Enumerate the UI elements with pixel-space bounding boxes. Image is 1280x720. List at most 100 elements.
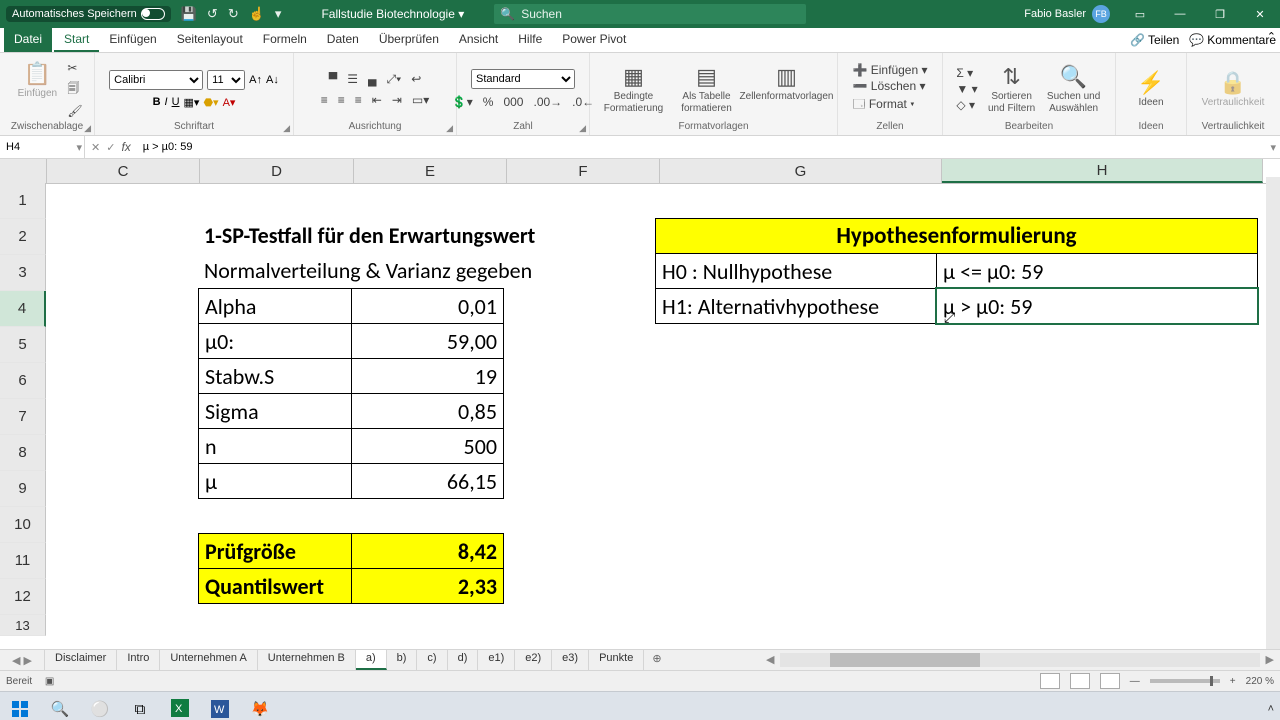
cell-h3[interactable]: µ <= µ0: 59: [936, 253, 1258, 289]
delete-cells-button[interactable]: ➖ Löschen ▾: [852, 79, 925, 93]
sheet-tab-punkte[interactable]: Punkte: [589, 650, 644, 670]
cell-d3[interactable]: Normalverteilung & Varianz gegeben: [198, 253, 656, 288]
fx-icon[interactable]: fx: [121, 140, 130, 154]
select-all-corner[interactable]: [0, 159, 47, 183]
taskbar-search-icon[interactable]: 🔍: [40, 692, 80, 720]
col-header-f[interactable]: F: [507, 159, 660, 183]
underline-button[interactable]: U: [172, 96, 180, 108]
cell-g2[interactable]: Hypothesenformulierung: [655, 218, 1258, 254]
sheet-tab-d[interactable]: d): [448, 650, 479, 670]
taskbar-taskview-icon[interactable]: ⧉: [120, 692, 160, 720]
col-header-d[interactable]: D: [200, 159, 354, 183]
row-header-4[interactable]: 4: [0, 291, 46, 327]
sheet-tab-e1[interactable]: e1): [478, 650, 515, 670]
percent-format-icon[interactable]: %: [483, 95, 494, 109]
cell-d8[interactable]: n: [198, 428, 352, 464]
decrease-indent-icon[interactable]: ⇤: [372, 93, 382, 107]
row-header-10[interactable]: 10: [0, 507, 46, 543]
sheet-tab-disclaimer[interactable]: Disclaimer: [45, 650, 117, 670]
sheet-tab-b[interactable]: b): [387, 650, 418, 670]
undo-icon[interactable]: ↺: [207, 6, 218, 22]
dialog-launcher-icon[interactable]: ◢: [446, 123, 453, 134]
redo-icon[interactable]: ↻: [228, 6, 239, 22]
row-header-6[interactable]: 6: [0, 363, 46, 399]
cell-d2[interactable]: 1-SP-Testfall für den Erwartungswert: [198, 218, 656, 253]
save-icon[interactable]: 💾: [181, 6, 197, 22]
row-header-9[interactable]: 9: [0, 471, 46, 507]
paste-button[interactable]: 📋 Einfügen: [11, 61, 63, 118]
sensitivity-button[interactable]: 🔒 Vertraulichkeit: [1207, 70, 1259, 109]
find-select-button[interactable]: 🔍 Suchen und Auswählen: [1046, 64, 1102, 114]
sheet-tab-intro[interactable]: Intro: [117, 650, 160, 670]
cell-e5[interactable]: 59,00: [351, 323, 504, 359]
increase-decimal-icon[interactable]: .00→: [533, 95, 562, 109]
cell-e9[interactable]: 66,15: [351, 463, 504, 499]
italic-button[interactable]: I: [165, 96, 168, 108]
font-name-select[interactable]: Calibri: [109, 70, 203, 90]
ideas-button[interactable]: ⚡ Ideen: [1125, 70, 1177, 109]
tray-chevron-icon[interactable]: ˄: [1268, 703, 1274, 715]
cell-e12[interactable]: 2,33: [351, 568, 504, 604]
bold-button[interactable]: B: [153, 96, 161, 108]
align-center-icon[interactable]: ≡: [338, 93, 345, 107]
cut-icon[interactable]: ✂: [67, 61, 77, 75]
zoom-out-icon[interactable]: —: [1130, 676, 1140, 687]
cell-d11[interactable]: Prüfgröße: [198, 533, 352, 569]
cell-h4[interactable]: µ > µ0: 59: [936, 288, 1258, 324]
number-format-select[interactable]: Standard: [471, 69, 575, 89]
row-header-3[interactable]: 3: [0, 255, 46, 291]
clear-icon[interactable]: ◇ ▾: [956, 98, 975, 112]
touch-mode-icon[interactable]: ☝: [249, 6, 265, 22]
align-right-icon[interactable]: ≡: [355, 93, 362, 107]
taskbar-excel-icon[interactable]: X: [160, 691, 200, 720]
tab-insert[interactable]: Einfügen: [99, 28, 166, 52]
cell-g3[interactable]: H0 : Nullhypothese: [655, 253, 937, 289]
increase-indent-icon[interactable]: ⇥: [392, 93, 402, 107]
fill-color-button[interactable]: ⬣▾: [203, 96, 218, 109]
font-size-select[interactable]: 11: [207, 70, 245, 90]
cell-e8[interactable]: 500: [351, 428, 504, 464]
sheet-tab-e2[interactable]: e2): [515, 650, 552, 670]
grid-area[interactable]: C D E F G H 1 2 3 4 5 6 7 8 9 10 11 12 1…: [0, 159, 1280, 649]
align-middle-icon[interactable]: ☰: [347, 72, 358, 86]
insert-cells-button[interactable]: ➕ Einfügen ▾: [852, 63, 927, 77]
conditional-format-button[interactable]: ▦ Bedingte Formatierung: [597, 64, 671, 114]
font-color-button[interactable]: A▾: [223, 96, 236, 109]
cell-d4[interactable]: Alpha: [198, 288, 352, 324]
user-avatar[interactable]: FB: [1092, 5, 1110, 23]
cell-d7[interactable]: Sigma: [198, 393, 352, 429]
decrease-font-icon[interactable]: A↓: [266, 74, 279, 86]
tab-view[interactable]: Ansicht: [449, 28, 508, 52]
col-header-e[interactable]: E: [354, 159, 507, 183]
row-header-12[interactable]: 12: [0, 579, 46, 615]
tab-data[interactable]: Daten: [317, 28, 369, 52]
increase-font-icon[interactable]: A↑: [249, 74, 262, 86]
wrap-text-icon[interactable]: ↩: [411, 72, 421, 86]
cell-e6[interactable]: 19: [351, 358, 504, 394]
align-top-icon[interactable]: ▀: [329, 72, 338, 86]
format-as-table-button[interactable]: ▤ Als Tabelle formatieren: [671, 64, 743, 114]
hscroll-thumb[interactable]: [830, 653, 980, 667]
copy-icon[interactable]: 🗐: [67, 79, 79, 100]
cell-e7[interactable]: 0,85: [351, 393, 504, 429]
taskbar-word-icon[interactable]: W: [200, 692, 240, 720]
doc-dropdown-icon[interactable]: ▾: [458, 7, 464, 21]
tab-help[interactable]: Hilfe: [508, 28, 552, 52]
row-header-8[interactable]: 8: [0, 435, 46, 471]
cell-g4[interactable]: H1: Alternativhypothese: [655, 288, 937, 324]
row-header-1[interactable]: 1: [0, 183, 46, 219]
format-cells-button[interactable]: 🗔 Format ▾: [852, 95, 914, 116]
cell-d12[interactable]: Quantilswert: [198, 568, 352, 604]
comma-format-icon[interactable]: 000: [503, 95, 523, 109]
sheet-tab-c[interactable]: c): [417, 650, 447, 670]
comments-button[interactable]: 💬Kommentare: [1189, 33, 1276, 47]
dialog-launcher-icon[interactable]: ◢: [84, 123, 91, 134]
fill-icon[interactable]: ▼ ▾: [956, 82, 977, 96]
view-page-layout-icon[interactable]: [1070, 673, 1090, 689]
cell-d5[interactable]: µ0:: [198, 323, 352, 359]
col-header-g[interactable]: G: [660, 159, 942, 183]
sort-filter-button[interactable]: ⇅ Sortieren und Filtern: [984, 64, 1040, 114]
record-macro-icon[interactable]: ▣: [45, 676, 54, 687]
search-box[interactable]: 🔍 Suchen: [494, 4, 806, 24]
tab-powerpivot[interactable]: Power Pivot: [552, 28, 636, 52]
